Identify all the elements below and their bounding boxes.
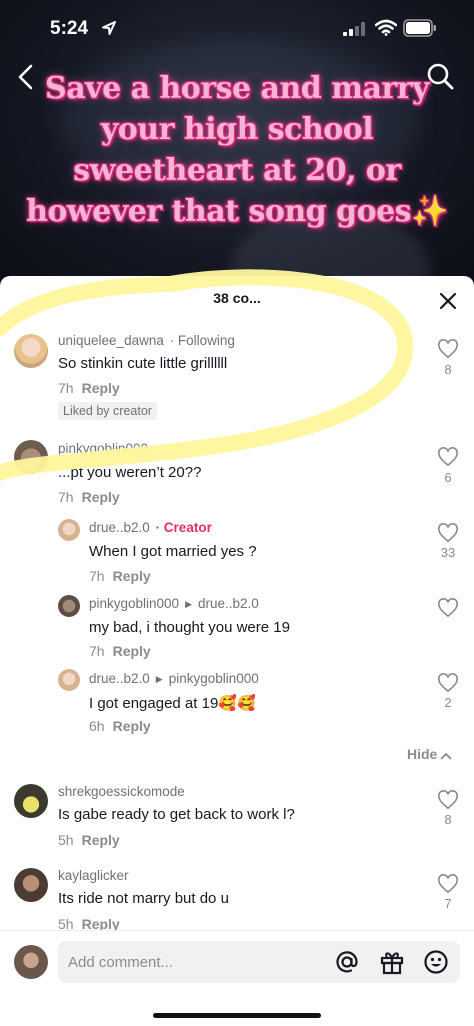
emoji-icon[interactable]: [423, 949, 449, 975]
comment-meta: 7h Reply: [89, 643, 151, 659]
avatar[interactable]: [58, 519, 80, 541]
mention-at-icon[interactable]: [334, 949, 360, 975]
comment-text: my bad, i thought you were 19: [89, 619, 290, 636]
heart-icon[interactable]: [437, 339, 459, 359]
heart-icon[interactable]: [437, 447, 459, 467]
comment-text: When I got married yes ?: [89, 543, 257, 560]
my-avatar: [14, 945, 48, 979]
reply-button[interactable]: Reply: [82, 489, 120, 505]
like-count: 6: [444, 470, 452, 485]
wifi-icon: [375, 19, 397, 36]
comment-meta: 7h Reply: [58, 380, 120, 396]
avatar[interactable]: [14, 868, 48, 902]
comment-text: Is gabe ready to get back to work l?: [58, 806, 295, 823]
gift-icon[interactable]: [379, 949, 405, 975]
home-indicator: [153, 1013, 321, 1018]
avatar[interactable]: [58, 595, 80, 617]
comments-sheet: 38 co... uniquelee_dawna · Following So …: [0, 276, 474, 1026]
comments-header: 38 co...: [0, 276, 474, 326]
comment-username[interactable]: drue..b2.0 · Creator: [89, 520, 212, 535]
comment-username[interactable]: kaylaglicker: [58, 868, 129, 883]
heart-icon[interactable]: [437, 598, 459, 618]
comment-meta: 7h Reply: [89, 568, 151, 584]
location-arrow-icon: [102, 21, 116, 35]
liked-by-creator-badge: Liked by creator: [58, 402, 157, 420]
avatar[interactable]: [14, 334, 48, 368]
like-count: 2: [444, 695, 452, 710]
comment-meta: 7h Reply: [58, 489, 120, 505]
comment-username[interactable]: drue..b2.0 ▶ pinkygoblin000: [89, 671, 259, 686]
hide-replies-button[interactable]: Hide: [407, 746, 452, 762]
like-count: 7: [444, 896, 452, 911]
comment-count: 38 co...: [213, 290, 261, 306]
status-time: 5:24: [50, 18, 89, 39]
comment-box[interactable]: [58, 941, 460, 983]
comment-meta: 5h Reply: [58, 832, 120, 848]
video-caption: Save a horse and marry your high school …: [26, 71, 448, 229]
cellular-signal-icon: [343, 22, 365, 36]
like-count: 8: [444, 812, 452, 827]
comment-username[interactable]: pinkygoblin000 ▶ drue..b2.0: [89, 596, 259, 611]
comment-username[interactable]: pinkygoblin000: [58, 441, 148, 456]
chevron-up-icon: [440, 752, 452, 760]
status-bar: 5:24: [0, 0, 474, 58]
reply-button[interactable]: Reply: [113, 643, 151, 659]
comment-username[interactable]: shrekgoessickomode: [58, 784, 185, 799]
reply-button[interactable]: Reply: [82, 832, 120, 848]
comment-meta: 6h Reply: [89, 718, 151, 734]
heart-icon[interactable]: [437, 673, 459, 693]
like-count: 8: [444, 362, 452, 377]
comment-text: ...pt you weren’t 20??: [58, 464, 202, 481]
heart-icon[interactable]: [437, 523, 459, 543]
reply-button[interactable]: Reply: [113, 718, 151, 734]
heart-icon[interactable]: [437, 790, 459, 810]
comment-text: So stinkin cute little grillllll: [58, 355, 228, 372]
comment-text: Its ride not marry but do u: [58, 890, 229, 907]
reply-button[interactable]: Reply: [113, 568, 151, 584]
close-icon[interactable]: [437, 290, 459, 312]
avatar[interactable]: [14, 784, 48, 818]
battery-icon: [403, 19, 436, 37]
avatar[interactable]: [58, 669, 80, 691]
comment-username[interactable]: uniquelee_dawna · Following: [58, 333, 235, 348]
add-comment-input[interactable]: [68, 941, 318, 983]
heart-icon[interactable]: [437, 874, 459, 894]
reply-button[interactable]: Reply: [82, 380, 120, 396]
avatar[interactable]: [14, 440, 48, 474]
comment-text: I got engaged at 19🥰🥰: [89, 695, 256, 712]
comment-input-bar: [0, 930, 474, 1026]
creator-tag: · Creator: [155, 520, 212, 535]
like-count: 33: [440, 545, 456, 560]
